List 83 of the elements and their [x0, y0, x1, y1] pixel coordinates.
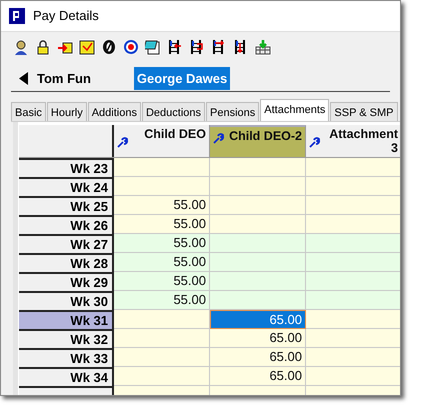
table-cell[interactable] [210, 253, 306, 272]
column-header[interactable]: Child DEO [114, 125, 210, 157]
column-header[interactable]: Attachment 3 [306, 125, 400, 157]
wrench-icon [117, 137, 128, 148]
tab[interactable]: Attachments [260, 99, 330, 121]
table-cell[interactable] [114, 158, 210, 177]
table-cell[interactable] [306, 310, 400, 329]
notebook-icon[interactable] [145, 38, 161, 54]
table-cell[interactable] [306, 177, 400, 196]
table-cell[interactable]: 55.00 [114, 291, 210, 310]
table-cell[interactable]: 65.00 [210, 310, 306, 329]
table-cell[interactable] [114, 329, 210, 348]
table-cell[interactable] [210, 272, 306, 291]
row-header[interactable]: Wk 31 [19, 310, 114, 329]
tab[interactable]: Deductions [142, 102, 206, 121]
zero-icon[interactable] [101, 38, 117, 54]
back-arrow-icon[interactable] [19, 72, 28, 85]
table-cell[interactable] [306, 234, 400, 253]
window-title: Pay Details [33, 7, 99, 26]
table-cell[interactable] [114, 310, 210, 329]
ladder-back-icon[interactable] [167, 38, 183, 54]
table-cell[interactable]: 65.00 [210, 329, 306, 348]
tab[interactable]: Hourly [46, 102, 87, 121]
table-cell[interactable]: 65.00 [210, 348, 306, 367]
table-cell[interactable] [306, 386, 400, 395]
row-header[interactable]: Wk 29 [19, 272, 114, 291]
wrench-icon [309, 137, 320, 148]
row-header[interactable]: Wk 27 [19, 234, 114, 253]
table-cell[interactable] [306, 291, 400, 310]
table-cell[interactable] [114, 386, 210, 395]
table-cell[interactable] [114, 348, 210, 367]
row-header[interactable]: Wk 30 [19, 291, 114, 310]
table-cell[interactable]: 55.00 [114, 196, 210, 215]
tab[interactable]: SSP & SMP [330, 102, 398, 121]
table-cell[interactable] [306, 196, 400, 215]
person-icon[interactable] [13, 38, 29, 54]
target-icon[interactable] [123, 38, 139, 54]
table-cell[interactable]: 55.00 [114, 215, 210, 234]
column-title: Attachment 3 [328, 127, 398, 155]
table-cell[interactable] [210, 158, 306, 177]
employee-name[interactable]: George Dawes [134, 66, 230, 90]
table-cell[interactable] [306, 215, 400, 234]
row-header[interactable]: Wk 26 [19, 215, 114, 234]
ladder-right-icon[interactable] [211, 38, 227, 54]
row-header[interactable]: Wk 32 [19, 329, 114, 348]
table-cell[interactable] [306, 348, 400, 367]
ladder-loop-icon[interactable] [189, 38, 205, 54]
table-cell[interactable] [306, 253, 400, 272]
column-title: Child DEO-2 [228, 129, 302, 143]
wrench-icon [213, 133, 224, 144]
table-cell[interactable] [210, 234, 306, 253]
table-cell[interactable]: 55.00 [114, 272, 210, 291]
table-cell[interactable]: 55.00 [114, 234, 210, 253]
table-cell[interactable] [210, 386, 306, 395]
table-cell[interactable] [306, 329, 400, 348]
row-header[interactable]: Wk 33 [19, 348, 114, 367]
check-icon[interactable] [79, 38, 95, 54]
table-cell[interactable] [210, 291, 306, 310]
table-cell[interactable] [306, 367, 400, 386]
tab[interactable]: Basic [11, 102, 46, 121]
table-cell[interactable]: 65.00 [210, 367, 306, 386]
employee-name[interactable]: Tom Fun [34, 66, 94, 90]
tab[interactable]: Pensions [206, 102, 260, 121]
column-header[interactable]: Child DEO-2 [210, 125, 306, 157]
lock-icon[interactable] [35, 38, 51, 54]
app-icon [9, 8, 25, 24]
row-header[interactable] [19, 386, 114, 395]
table-cell[interactable] [114, 177, 210, 196]
table-cell[interactable]: 55.00 [114, 253, 210, 272]
tab[interactable]: Additions [88, 102, 141, 121]
table-cell[interactable] [210, 177, 306, 196]
row-header[interactable]: Wk 34 [19, 367, 114, 386]
row-header[interactable]: Wk 23 [19, 158, 114, 177]
table-cell[interactable] [210, 215, 306, 234]
column-title: Child DEO [143, 127, 206, 141]
row-header[interactable]: Wk 24 [19, 177, 114, 196]
row-header[interactable]: Wk 25 [19, 196, 114, 215]
table-cell[interactable] [210, 196, 306, 215]
table-cell[interactable] [114, 367, 210, 386]
row-header[interactable]: Wk 28 [19, 253, 114, 272]
table-cell[interactable] [306, 158, 400, 177]
grid-down-icon[interactable] [255, 38, 271, 54]
table-cell[interactable] [306, 272, 400, 291]
